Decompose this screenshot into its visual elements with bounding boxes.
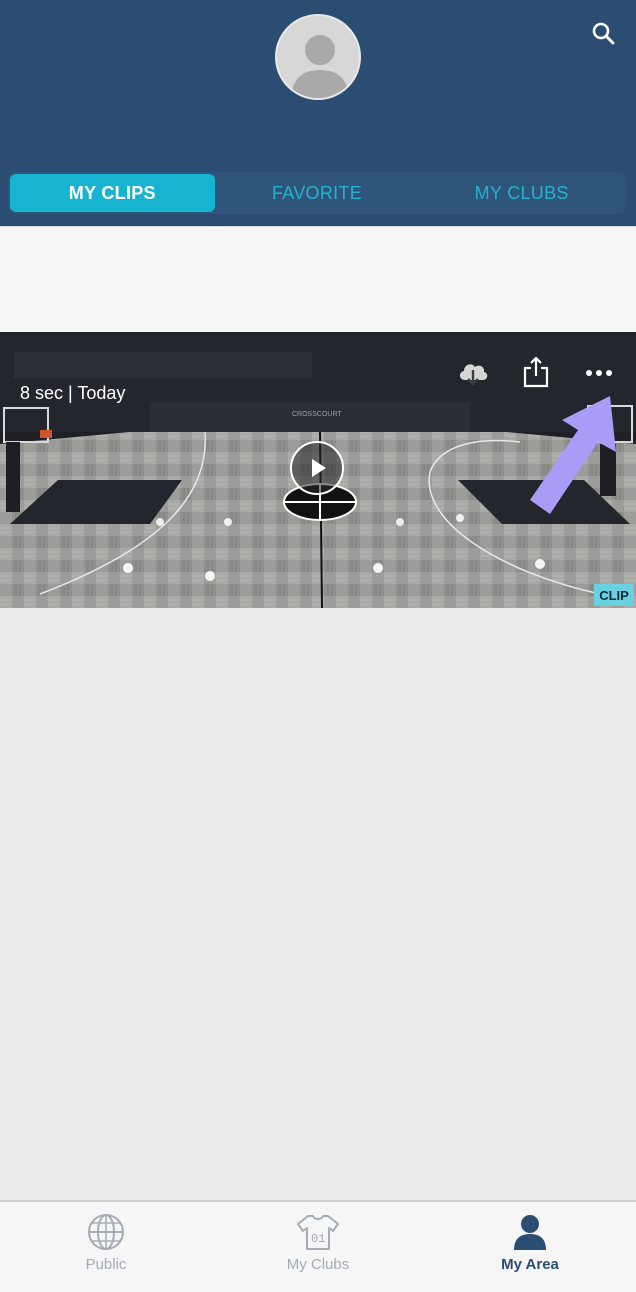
- jersey-number: 01: [311, 1232, 325, 1246]
- cloud-download-icon: [459, 364, 488, 386]
- profile-avatar[interactable]: [275, 14, 361, 100]
- clip-badge: CLIP: [594, 584, 634, 606]
- empty-band: [0, 226, 636, 332]
- more-dots-icon: [586, 370, 612, 376]
- nav-my-area-label: My Area: [501, 1256, 559, 1273]
- nav-my-area[interactable]: My Area: [424, 1202, 636, 1292]
- court-wall-text: CROSSCOURT: [292, 411, 342, 418]
- nav-my-clubs-label: My Clubs: [286, 1256, 350, 1273]
- avatar-placeholder-icon: [291, 35, 349, 98]
- globe-icon: [88, 1214, 124, 1250]
- share-icon: [523, 356, 549, 388]
- play-button[interactable]: [290, 441, 344, 495]
- share-button[interactable]: [522, 355, 550, 394]
- search-icon: [592, 22, 615, 45]
- download-button[interactable]: [456, 356, 490, 393]
- tab-my-clips[interactable]: MY CLIPS: [10, 174, 215, 212]
- section-tabs: MY CLIPS FAVORITE MY CLUBS: [8, 172, 626, 214]
- nav-public-label: Public: [85, 1256, 127, 1273]
- jersey-icon: 01: [297, 1215, 339, 1250]
- pointer-arrow-icon: [530, 396, 616, 514]
- clip-title-redacted: [14, 352, 312, 378]
- person-icon: [514, 1215, 546, 1250]
- bottom-nav: Public 01 My Clubs My Area: [0, 1200, 636, 1292]
- tab-my-clubs[interactable]: MY CLUBS: [419, 174, 624, 212]
- play-icon: [312, 459, 326, 477]
- more-options-button[interactable]: [584, 362, 614, 387]
- profile-header: MY CLIPS FAVORITE MY CLUBS: [0, 0, 636, 226]
- clip-duration-date: 8 sec | Today: [20, 383, 126, 403]
- search-button[interactable]: [590, 20, 618, 48]
- nav-my-clubs[interactable]: 01 My Clubs: [212, 1202, 424, 1292]
- highlight-arrow: [524, 392, 620, 521]
- tab-favorite[interactable]: FAVORITE: [215, 174, 420, 212]
- nav-public[interactable]: Public: [0, 1202, 212, 1292]
